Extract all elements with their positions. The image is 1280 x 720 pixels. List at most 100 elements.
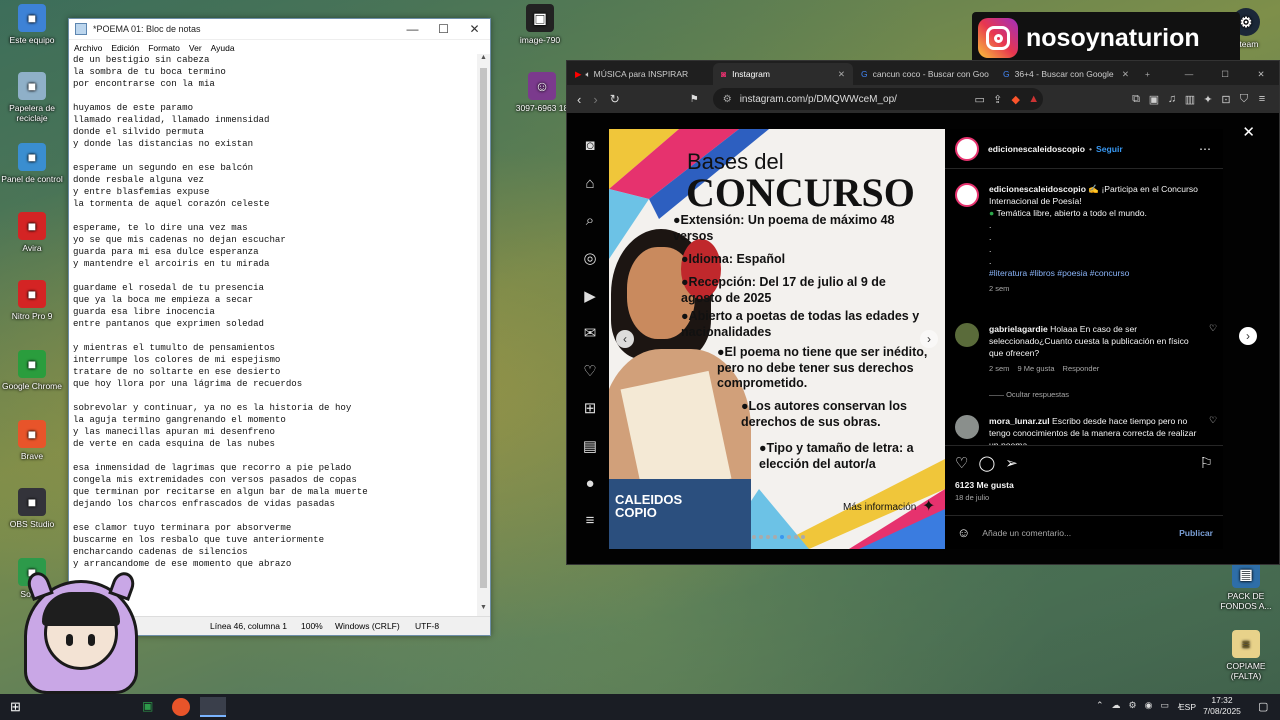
maximize-button[interactable]: ☐ <box>1207 69 1243 80</box>
language-indicator[interactable]: ESP <box>1179 702 1196 712</box>
follow-button[interactable]: Seguir <box>1096 144 1123 154</box>
avatar[interactable] <box>955 323 979 347</box>
hide-replies-button[interactable]: Ocultar respuestas <box>1006 390 1069 399</box>
menu-formato[interactable]: Formato <box>148 43 180 53</box>
reels-icon[interactable]: ▶ <box>584 277 596 315</box>
prev-slide-button[interactable]: ‹ <box>616 330 634 348</box>
desktop-icon-control-panel[interactable]: ■ Panel de control <box>0 143 64 184</box>
comment-author[interactable]: mora_lunar.zul <box>989 416 1050 426</box>
more-menu-icon[interactable]: ≡ <box>586 502 595 540</box>
desktop-icon-pack-fondos[interactable]: ▤ PACK DE FONDOS A... <box>1214 560 1278 611</box>
tab-cancun[interactable]: G cancun coco - Buscar con Goo ✕ <box>853 63 995 85</box>
comment-input[interactable]: Añade un comentario... <box>982 528 1071 538</box>
account-name[interactable]: edicionescaleidoscopio <box>988 144 1085 154</box>
tab-musica[interactable]: ▶ 🔈︎ MÚSICA para INSPIRAR <box>567 63 713 85</box>
notepad-titlebar[interactable]: *POEMA 01: Bloc de notas — ☐ ✕ <box>69 19 490 40</box>
instagram-logo-icon[interactable]: ◙ <box>585 127 594 165</box>
address-bar[interactable]: ⚙ instagram.com/p/DMQWWceM_op/ ▭ ⇪ ◆ ▲ <box>712 88 1043 110</box>
reload-icon[interactable]: ↻ <box>610 92 620 106</box>
wallet-icon[interactable]: ⊡ <box>1217 93 1235 106</box>
like-comment-icon[interactable]: ♡ <box>1209 323 1217 401</box>
minimize-button[interactable]: — <box>1171 69 1207 79</box>
music-icon[interactable]: ♫ <box>1163 93 1181 106</box>
sidebar-icon[interactable]: ▥ <box>1181 93 1199 106</box>
desktop-icon-obs[interactable]: ■ OBS Studio <box>0 488 64 529</box>
comment-likes[interactable]: 9 Me gusta <box>1017 363 1054 375</box>
desktop-icon-nitro[interactable]: ■ Nitro Pro 9 <box>0 280 64 321</box>
publish-button[interactable]: Publicar <box>1179 528 1213 538</box>
menu-icon[interactable]: ≡ <box>1253 93 1271 106</box>
likes-count[interactable]: 6123 Me gusta <box>955 480 1223 490</box>
scroll-up-icon[interactable]: ▲ <box>477 54 490 66</box>
save-icon[interactable]: ⚐ <box>1200 454 1213 472</box>
comment-author[interactable]: gabrielagardie <box>989 324 1048 334</box>
account-avatar[interactable] <box>955 183 979 207</box>
vertical-scrollbar[interactable]: ▲ ▼ <box>477 54 490 616</box>
back-icon[interactable]: ‹ <box>577 92 581 107</box>
tab-instagram[interactable]: ◙ Instagram ✕ <box>713 63 853 85</box>
minimize-button[interactable]: — <box>397 22 428 36</box>
tray-steam-icon[interactable]: ⚙ <box>1129 700 1137 711</box>
like-comment-icon[interactable]: ♡ <box>1209 415 1217 445</box>
new-tab-button[interactable]: + <box>1137 63 1157 85</box>
dashboard-icon[interactable]: ▤ <box>583 427 597 465</box>
avatar[interactable] <box>955 415 979 439</box>
tray-mic-icon[interactable]: ◉ <box>1145 700 1153 711</box>
desktop-icon-avira[interactable]: ■ Avira <box>0 212 64 253</box>
next-post-button[interactable]: › <box>1239 327 1257 345</box>
notifications-icon[interactable]: ♡ <box>583 352 596 390</box>
menu-archivo[interactable]: Archivo <box>74 43 102 53</box>
scrollbar-thumb[interactable] <box>480 68 487 588</box>
reply-button[interactable]: Responder <box>1063 363 1100 375</box>
desktop-icon-copiame[interactable]: ≡ COPIAME (FALTA) <box>1214 630 1278 681</box>
vpn-icon[interactable]: ⛉ <box>1235 93 1253 106</box>
desktop-icon-chrome[interactable]: ■ Google Chrome <box>0 350 64 391</box>
cast-icon[interactable]: ▭ <box>971 93 989 106</box>
forward-icon[interactable]: › <box>593 92 597 107</box>
tab-close-icon[interactable]: ✕ <box>838 69 845 80</box>
extensions-icon[interactable]: ⧉ <box>1127 93 1145 106</box>
close-button[interactable]: ✕ <box>459 22 490 36</box>
search-icon[interactable]: ⌕ <box>586 202 594 240</box>
desktop-icon-recycle-bin[interactable]: ■ Papelera de reciclaje <box>0 72 64 123</box>
comment-icon[interactable]: ◯ <box>978 454 995 472</box>
taskbar-app-icon[interactable]: ▣ <box>142 699 153 713</box>
close-button[interactable]: ✕ <box>1243 69 1279 80</box>
bookmark-icon[interactable]: ⚑ <box>690 94 699 105</box>
notepad-taskbar-icon[interactable] <box>200 697 226 717</box>
like-icon[interactable]: ♡ <box>955 454 968 472</box>
create-icon[interactable]: ⊞ <box>584 390 597 428</box>
brave-shield-icon[interactable]: ◆ <box>1007 93 1025 106</box>
screenshot-icon[interactable]: ▣ <box>1145 93 1163 106</box>
caption-author[interactable]: edicionescaleidoscopio <box>989 184 1086 194</box>
close-post-icon[interactable]: ✕ <box>1242 123 1255 141</box>
menu-edicion[interactable]: Edición <box>111 43 139 53</box>
share-icon[interactable]: ⇪ <box>989 93 1007 106</box>
explore-icon[interactable]: ◎ <box>583 240 596 278</box>
menu-ayuda[interactable]: Ayuda <box>211 43 235 53</box>
tray-cloud-icon[interactable]: ☁ <box>1112 700 1121 711</box>
caption-hashtags[interactable]: #literatura #libros #poesia #concurso <box>989 267 1215 279</box>
scroll-down-icon[interactable]: ▼ <box>477 604 490 616</box>
messages-icon[interactable]: ✉ <box>584 315 597 353</box>
tray-network-icon[interactable]: ▭ <box>1160 700 1169 711</box>
desktop-icon-image-790[interactable]: ▣ image-790 <box>508 4 572 45</box>
clock[interactable]: 17:32 7/08/2025 <box>1200 695 1244 717</box>
maximize-button[interactable]: ☐ <box>428 22 459 36</box>
more-options-icon[interactable]: ⋯ <box>1199 142 1211 156</box>
home-icon[interactable]: ⌂ <box>585 165 594 203</box>
site-info-icon[interactable]: ⚙ <box>723 94 732 105</box>
start-icon[interactable]: ⊞ <box>10 699 21 715</box>
speaker-icon[interactable]: 🔈︎ <box>586 69 591 80</box>
share-icon[interactable]: ➢ <box>1005 454 1018 472</box>
tray-chevron-icon[interactable]: ⌃ <box>1096 700 1104 711</box>
rewards-icon[interactable]: ▲ <box>1025 93 1043 106</box>
notifications-icon[interactable]: ▢ <box>1258 700 1268 713</box>
brave-taskbar-icon[interactable] <box>172 698 190 716</box>
next-slide-button[interactable]: › <box>920 330 938 348</box>
tab-36[interactable]: G 36+4 - Buscar con Google ✕ <box>995 63 1137 85</box>
desktop-icon-brave[interactable]: ■ Brave <box>0 420 64 461</box>
account-avatar[interactable] <box>955 136 979 161</box>
notepad-text-area[interactable]: de un bestigio sin cabeza la sombra de tu… <box>72 54 475 616</box>
desktop-icon-pc[interactable]: ■ Este equipo <box>0 4 64 45</box>
